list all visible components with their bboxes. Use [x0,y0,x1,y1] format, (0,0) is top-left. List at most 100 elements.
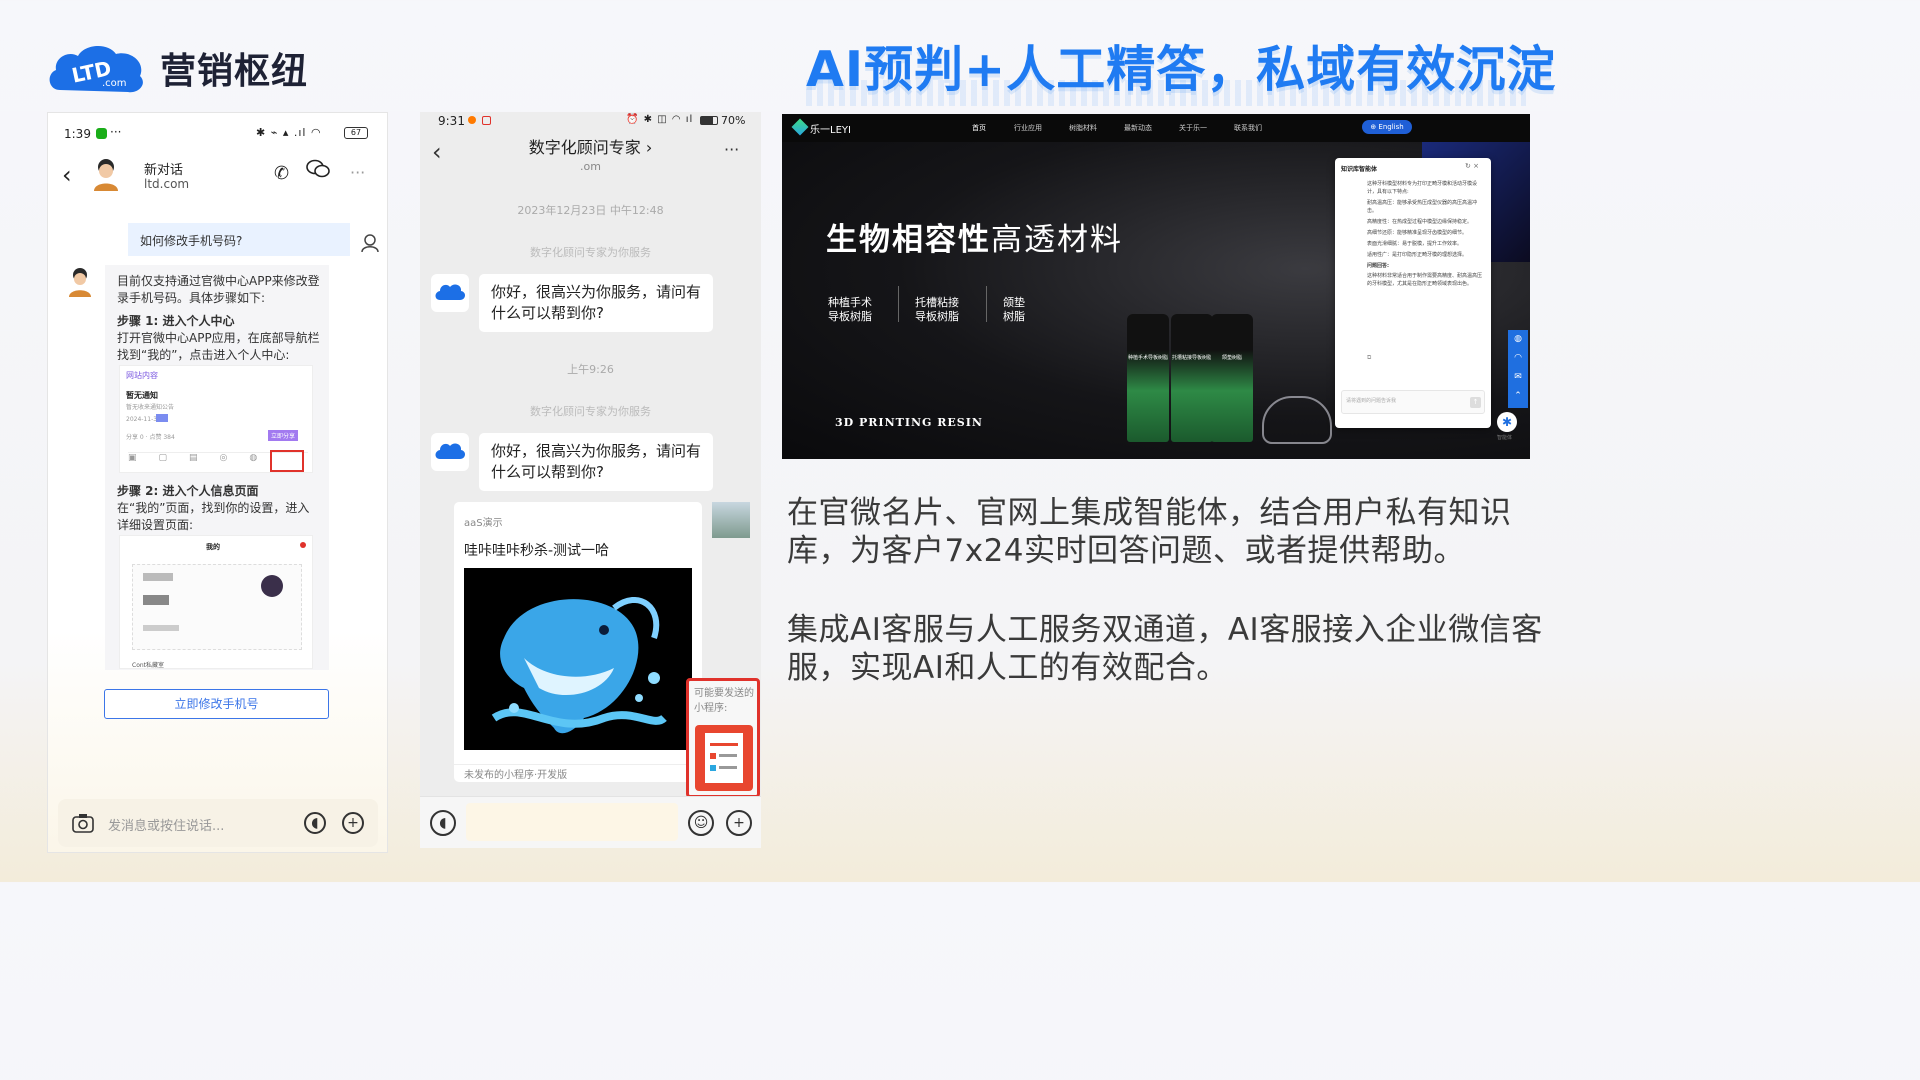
nav-item-contact[interactable]: 联系我们 [1234,123,1262,133]
shot1-header: 网站内容 [126,371,158,380]
dental-aligner [1262,396,1332,444]
kb-title: 知识库智能体 [1341,166,1378,173]
dolphin-image [464,568,692,750]
doc-line [719,766,737,769]
hero-bold: 生物相容性 [826,222,991,258]
nav-item-industry[interactable]: 行业应用 [1014,123,1042,133]
status-icons: ✱ ⌁ ▴ .ıl ◠ [256,126,322,139]
emoji-icon[interactable]: ☺ [688,810,714,836]
chat-icon[interactable]: ◍ [1508,330,1528,349]
resin-bottle: 种植手术导板树脂 [1127,314,1169,442]
category-splint[interactable]: 颌垫树脂 [1003,296,1033,324]
top-icon[interactable]: ⌃ [1508,387,1528,406]
card-divider [454,764,702,765]
kb-input-placeholder: 请将遇到的问题告诉我 [1346,398,1397,404]
lang-button[interactable]: ⊕ English [1362,120,1412,134]
category-divider [986,286,987,322]
battery-level: 67 [350,128,362,137]
wechat-status-icon [96,128,107,139]
nav-item-home[interactable]: 首页 [972,123,986,133]
step2-text: 在“我的”页面，找到你的设置，进入详细设置页面: [117,501,310,532]
kb-line: 高细节还原：能够精准呈现牙齿模型的细节。 [1367,230,1468,236]
status-time: 1:39 [64,127,91,141]
logo-sub: .com [102,78,127,89]
message-input-bar: 发消息或按住说话... ◖ + [58,799,378,847]
kb-input[interactable]: 请将遇到的问题告诉我 ↑ [1341,390,1485,414]
brand-title: 营销枢纽 [160,51,309,92]
bottle-label: 颌垫树脂 [1221,355,1242,361]
nav-item-about[interactable]: 关于乐一 [1179,123,1207,133]
card-footer: 未发布的小程序·开发版 [464,770,568,781]
card-source: aaS演示 [464,518,503,529]
shot2-footer: Cont私藏室 [132,662,165,669]
hero-title: 生物相容性高透材料 [826,214,1123,259]
change-phone-button[interactable]: 立即修改手机号 [104,689,329,719]
plus-icon[interactable]: + [726,810,752,836]
website-screenshot: 乐一LEYI 首页 行业应用 树脂材料 最新动态 关于乐一 联系我们 ⊕ Eng… [782,114,1530,459]
blurred-line [143,625,179,631]
doc-bullet [710,765,716,771]
ltd-logo: LTD .com [46,40,148,96]
voice-icon[interactable]: ◖ [430,810,456,836]
resin-bottle: 颌垫树脂 [1211,314,1253,442]
hero-tagline: 3D PRINTING RESIN [835,416,983,429]
site-navbar: 乐一LEYI 首页 行业应用 树脂材料 最新动态 关于乐一 联系我们 ⊕ Eng… [782,114,1530,142]
answer-intro: 目前仅支持通过官微中心APP来修改登录手机号码。具体步骤如下: [117,274,320,305]
copy-icon[interactable]: ⧉ [1367,354,1371,362]
wecom-message-input[interactable] [466,803,678,841]
avatar [88,155,124,191]
category-divider [898,286,899,322]
site-logo-icon [791,118,809,136]
doc-bullet [710,753,716,759]
phone-icon[interactable]: ✆ [274,163,289,184]
hero-light: 高透材料 [991,222,1123,258]
suggested-miniprogram-popup[interactable]: 可能要发送的小程序: [686,678,760,798]
more-icon[interactable]: ··· [350,163,365,182]
nav-item-news[interactable]: 最新动态 [1124,123,1152,133]
my-tab-highlight [270,450,304,472]
voice-icon[interactable]: ◖ [304,812,326,834]
shot1-chip [156,414,168,422]
agent-launcher-label: 智能体 [1497,435,1513,441]
blurred-line [143,573,173,581]
back-icon[interactable]: ‹ [62,161,72,189]
user-icon [360,233,380,253]
knowledge-agent-panel: 知识库智能体 ↻ × 这种牙科模型材料专为打印正畸牙模和活动牙模设计，具有以下特… [1335,158,1491,428]
kb-line: 适用性广：是打印隐形正畸牙模的理想选择。 [1367,252,1468,258]
shot2-header: 我的 [206,543,220,551]
timestamp: 2023年12月23日 中午12:48 [517,204,664,217]
shot1-sub: 暂无收来通知公告 [126,404,175,411]
greeting-bubble: 你好，很高兴为你服务，请问有什么可以帮到你? [479,274,713,332]
shot1-tag: 立即分享 [268,430,299,441]
headset-icon[interactable]: ◠ [1508,349,1528,368]
description-paragraph-2: 集成AI客服与人工服务双通道，AI客服接入企业微信客服，实现AI和人工的有效配合… [787,612,1543,686]
shot1-title: 暂无通知 [126,391,158,400]
notification-icon [468,116,476,124]
category-bracket[interactable]: 托槽粘接导板树脂 [915,296,969,324]
plus-icon[interactable]: + [342,812,364,834]
kb-close-icon[interactable]: ↻ × [1465,162,1479,170]
chat-name: 新对话 [144,163,184,178]
message-input[interactable]: 发消息或按住说话... [108,815,224,834]
camera-icon[interactable] [72,813,94,833]
mail-icon[interactable]: ✉ [1508,368,1528,387]
headline-reflection [806,80,1526,106]
sender-avatar [712,502,750,538]
category-implant[interactable]: 种植手术导板树脂 [828,296,882,324]
send-icon[interactable]: ↑ [1470,397,1481,408]
card-title: 哇咔哇咔秒杀-测试一哈 [464,543,610,559]
shot2-dot [300,542,306,548]
chat-subtitle: .om [580,160,601,173]
agent-launcher-icon[interactable]: ✱ [1497,412,1517,432]
miniprogram-card[interactable]: aaS演示 哇咔哇咔秒杀-测试一哈 未发布的小程序·开发版 [454,502,702,782]
timestamp: 上午9:26 [567,363,614,376]
chat-title-row[interactable]: 数字化顾问专家 › [420,134,761,158]
phone-wecom-chat: 9:31 ⏰ ✱ ◫ ◠ ıl 70% ‹ 数字化顾问专家 › .om ··· … [420,112,761,848]
more-icon[interactable]: ··· [724,140,739,159]
service-note: 数字化顾问专家为你服务 [530,405,651,418]
kb-line: 高精度性：在热成型过程中模型边缘保持稳定。 [1367,219,1473,225]
wechat-icon[interactable] [306,159,330,179]
bot-avatar [431,433,469,471]
battery-icon: 67 [344,127,368,139]
nav-item-resin[interactable]: 树脂材料 [1069,123,1097,133]
